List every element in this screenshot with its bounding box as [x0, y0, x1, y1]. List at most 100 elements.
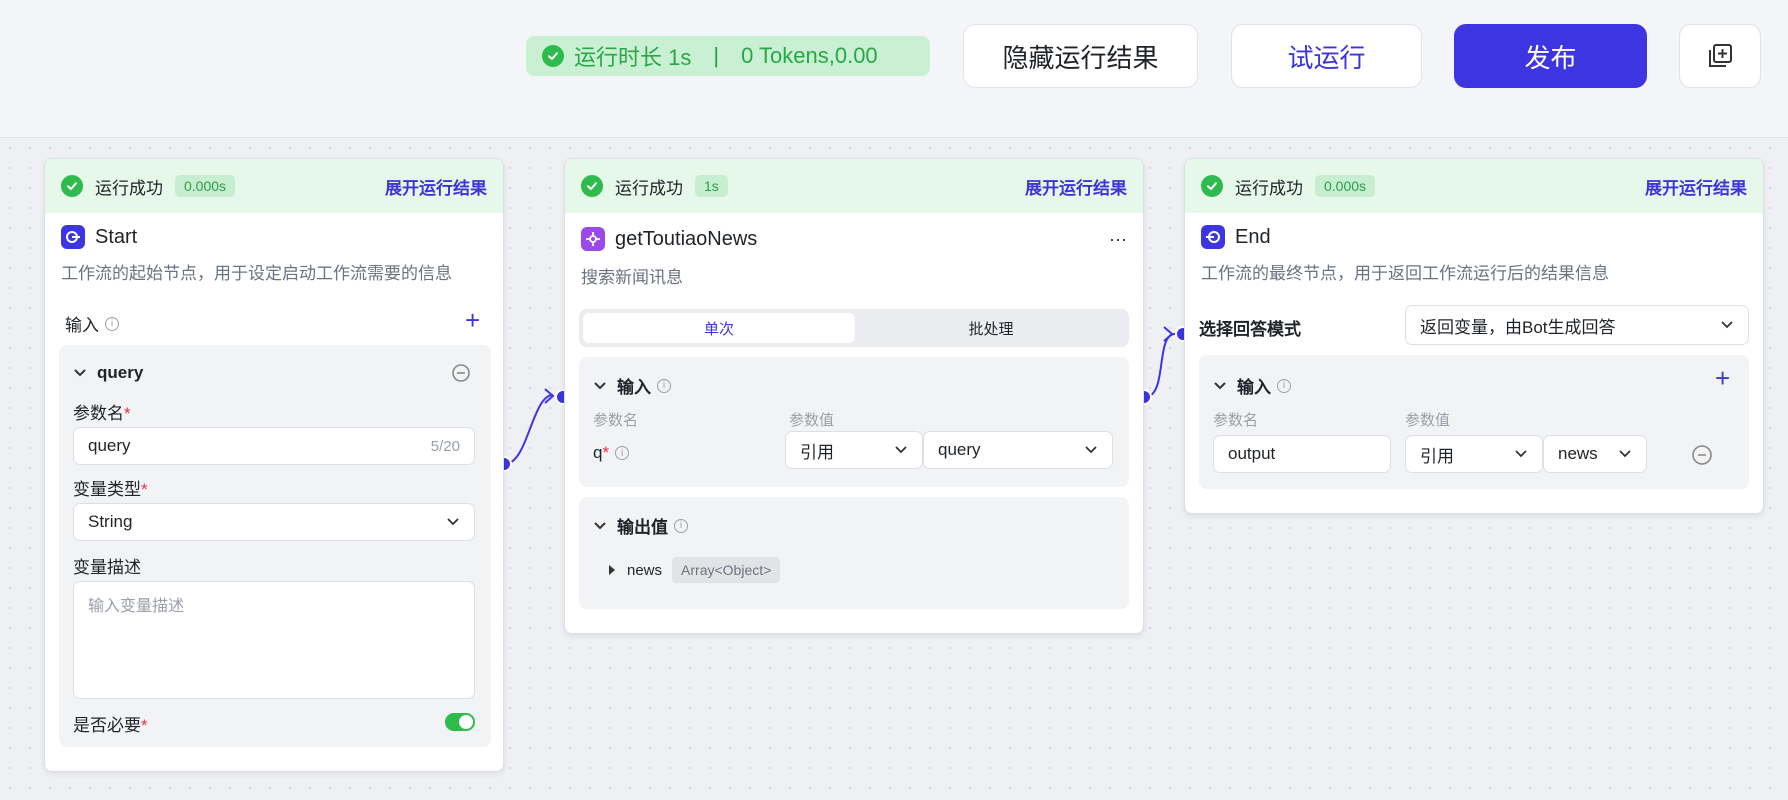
- output-name: news: [627, 561, 663, 579]
- ref-value-select[interactable]: query: [923, 431, 1113, 469]
- run-time-badge: 1s: [695, 175, 728, 197]
- node-description: 搜索新闻讯息: [581, 268, 683, 287]
- input-label: 输入: [65, 316, 99, 335]
- add-param-icon[interactable]: +: [1715, 363, 1730, 394]
- node-title: End: [1235, 225, 1271, 248]
- input-label: 输入: [1237, 378, 1271, 397]
- run-time-badge: 0.000s: [175, 175, 236, 197]
- output-type-badge: Array<Object>: [672, 557, 781, 583]
- var-type-select[interactable]: String: [73, 503, 475, 541]
- var-type-value: String: [88, 512, 133, 531]
- tool-node[interactable]: 运行成功 1s 展开运行结果 getToutiaoNews ··· 搜索新闻讯息…: [564, 158, 1144, 634]
- node-description: 工作流的起始节点，用于设定启动工作流需要的信息: [61, 264, 452, 283]
- remove-param-icon[interactable]: [1691, 444, 1713, 471]
- info-icon: i: [657, 378, 671, 393]
- param-name-value: query: [88, 436, 131, 455]
- mode-tabs: 单次 批处理: [579, 309, 1129, 347]
- output-header[interactable]: 输出值 i: [593, 513, 688, 538]
- ref-value: query: [938, 440, 981, 459]
- tab-batch[interactable]: 批处理: [857, 313, 1125, 343]
- param-header[interactable]: query: [73, 363, 143, 383]
- info-icon: i: [674, 518, 688, 533]
- node-title: getToutiaoNews: [615, 227, 758, 250]
- node-title: Start: [95, 225, 138, 248]
- tool-input-section: 输入 i 参数名 参数值 q * i 引用 query: [579, 357, 1129, 487]
- end-node-icon: [1201, 225, 1225, 249]
- check-circle-icon: [61, 175, 83, 197]
- plugin-icon: [581, 227, 605, 251]
- var-desc-textarea[interactable]: 输入变量描述: [73, 581, 475, 699]
- caret-right-icon: [609, 565, 615, 575]
- chevron-down-icon: [74, 369, 86, 377]
- info-icon: i: [105, 316, 119, 331]
- end-node-status-bar: 运行成功 0.000s 展开运行结果: [1185, 159, 1763, 213]
- answer-mode-select[interactable]: 返回变量，由Bot生成回答: [1405, 305, 1749, 345]
- info-icon: i: [1277, 378, 1291, 393]
- ref-type-value: 引用: [800, 442, 834, 462]
- chevron-down-icon: [447, 518, 459, 526]
- output-label: 输出值: [617, 518, 668, 537]
- param-name-input[interactable]: output: [1213, 435, 1391, 473]
- start-node-icon: [61, 225, 85, 249]
- tab-single[interactable]: 单次: [583, 313, 855, 343]
- required-label: 是否必要*: [73, 716, 148, 735]
- param-title: query: [97, 363, 144, 382]
- col-param-name: 参数名: [593, 412, 639, 429]
- input-header[interactable]: 输入 i: [593, 373, 671, 398]
- input-header[interactable]: 输入 i: [1213, 373, 1291, 398]
- chevron-down-icon: [1515, 450, 1527, 458]
- expand-results-link[interactable]: 展开运行结果: [1025, 174, 1127, 199]
- var-desc-placeholder: 输入变量描述: [88, 598, 185, 615]
- param-name-input[interactable]: query 5/20: [73, 427, 475, 465]
- tool-node-status-bar: 运行成功 1s 展开运行结果: [565, 159, 1143, 213]
- param-name-label: 参数名*: [73, 404, 131, 423]
- col-param-name: 参数名: [1213, 412, 1259, 429]
- end-input-section: 输入 i + 参数名 参数值 output 引用 news: [1199, 355, 1749, 489]
- ref-type-select[interactable]: 引用: [785, 431, 923, 469]
- col-param-value: 参数值: [789, 412, 835, 429]
- info-icon: i: [615, 446, 630, 460]
- input-label: 输入: [617, 378, 651, 397]
- tool-output-section: 输出值 i news Array<Object>: [579, 497, 1129, 609]
- node-description: 工作流的最终节点，用于返回工作流运行后的结果信息: [1201, 264, 1609, 283]
- output-item[interactable]: news Array<Object>: [607, 557, 781, 583]
- remove-param-icon[interactable]: [451, 363, 471, 388]
- var-desc-label: 变量描述: [73, 558, 141, 577]
- required-toggle[interactable]: [445, 713, 475, 731]
- ref-value: news: [1558, 444, 1598, 463]
- ref-value-select[interactable]: news: [1543, 435, 1647, 473]
- start-node[interactable]: 运行成功 0.000s 展开运行结果 Start 工作流的起始节点，用于设定启动…: [44, 158, 504, 772]
- expand-results-link[interactable]: 展开运行结果: [1645, 174, 1747, 199]
- chevron-down-icon: [594, 521, 606, 529]
- add-param-icon[interactable]: +: [465, 305, 480, 336]
- status-text: 运行成功: [615, 178, 683, 198]
- input-section-header: 输入 i: [65, 311, 119, 336]
- status-text: 运行成功: [1235, 178, 1303, 198]
- node-title-row: getToutiaoNews ···: [565, 227, 1143, 251]
- param-q-label: q * i: [593, 443, 630, 463]
- answer-mode-value: 返回变量，由Bot生成回答: [1420, 317, 1616, 337]
- chevron-down-icon: [895, 446, 907, 454]
- run-time-badge: 0.000s: [1315, 175, 1376, 197]
- status-text: 运行成功: [95, 178, 163, 198]
- more-icon[interactable]: ···: [1109, 229, 1127, 250]
- start-node-status-bar: 运行成功 0.000s 展开运行结果: [45, 159, 503, 213]
- var-type-label: 变量类型*: [73, 480, 148, 499]
- answer-mode-label: 选择回答模式: [1199, 320, 1301, 339]
- end-node[interactable]: 运行成功 0.000s 展开运行结果 End 工作流的最终节点，用于返回工作流运…: [1184, 158, 1764, 514]
- expand-results-link[interactable]: 展开运行结果: [385, 174, 487, 199]
- node-title-row: Start: [45, 225, 503, 249]
- col-param-value: 参数值: [1405, 412, 1451, 429]
- chevron-down-icon: [594, 381, 606, 389]
- check-circle-icon: [581, 175, 603, 197]
- toggle-knob: [459, 715, 473, 729]
- ref-type-value: 引用: [1420, 446, 1454, 466]
- chevron-down-icon: [1214, 381, 1226, 389]
- node-title-row: End: [1185, 225, 1763, 249]
- char-count: 5/20: [430, 437, 460, 455]
- chevron-down-icon: [1085, 446, 1097, 454]
- chevron-down-icon: [1721, 321, 1733, 329]
- param-name-value: output: [1228, 444, 1276, 463]
- chevron-down-icon: [1619, 450, 1631, 458]
- ref-type-select[interactable]: 引用: [1405, 435, 1543, 473]
